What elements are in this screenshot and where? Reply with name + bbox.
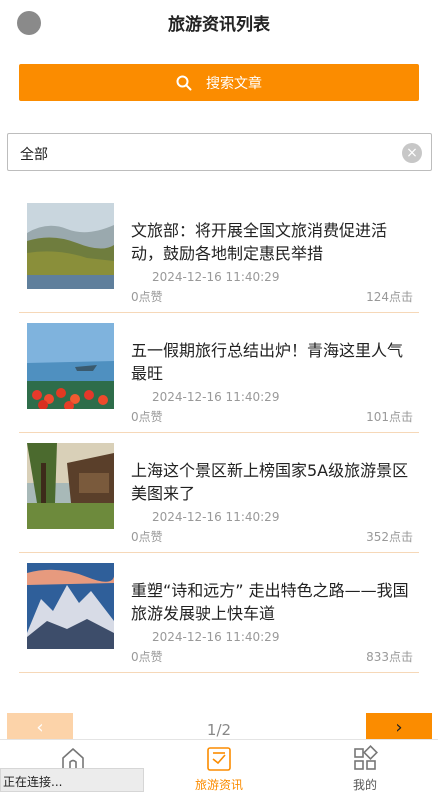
article-clicks: 124点击 bbox=[366, 290, 413, 304]
article-title[interactable]: 上海这个景区新上榜国家5A级旅游景区 美图来了 bbox=[131, 459, 413, 505]
tab-mine-label: 我的 bbox=[352, 778, 377, 792]
tab-news-label: 旅游资讯 bbox=[194, 778, 243, 792]
page-title: 旅游资讯列表 bbox=[168, 15, 270, 35]
search-button-label: 搜索文章 bbox=[206, 75, 262, 92]
filter-value: 全部 bbox=[20, 147, 48, 163]
search-icon bbox=[176, 75, 192, 90]
clear-icon[interactable]: × bbox=[402, 143, 422, 163]
article-thumbnail bbox=[27, 323, 114, 409]
article-title[interactable]: 五一假期旅行总结出炉！青海这里人气最旺 bbox=[131, 339, 413, 385]
article-item[interactable]: 重塑“诗和远方” 走出特色之路——我国旅游发展驶上快车道 2024-12-16 … bbox=[19, 553, 419, 673]
article-date: 2024-12-16 11:40:29 bbox=[152, 390, 280, 404]
article-likes: 0点赞 bbox=[131, 410, 163, 424]
article-item[interactable]: 五一假期旅行总结出炉！青海这里人气最旺 2024-12-16 11:40:29 … bbox=[19, 313, 419, 433]
article-title[interactable]: 文旅部：将开展全国文旅消费促进活动，鼓励各地制定惠民举措 bbox=[131, 219, 413, 265]
article-title[interactable]: 重塑“诗和远方” 走出特色之路——我国旅游发展驶上快车道 bbox=[131, 579, 413, 625]
tab-mine[interactable]: 我的 bbox=[292, 740, 438, 792]
news-icon bbox=[207, 747, 231, 771]
article-likes: 0点赞 bbox=[131, 530, 163, 544]
tab-news[interactable]: 旅游资讯 bbox=[146, 740, 292, 792]
article-date: 2024-12-16 11:40:29 bbox=[152, 510, 280, 524]
article-likes: 0点赞 bbox=[131, 650, 163, 664]
article-clicks: 352点击 bbox=[366, 530, 413, 544]
article-date: 2024-12-16 11:40:29 bbox=[152, 270, 280, 284]
article-likes: 0点赞 bbox=[131, 290, 163, 304]
article-clicks: 101点击 bbox=[366, 410, 413, 424]
category-filter[interactable]: 全部 × bbox=[7, 133, 432, 171]
article-clicks: 833点击 bbox=[366, 650, 413, 664]
article-item[interactable]: 上海这个景区新上榜国家5A级旅游景区 美图来了 2024-12-16 11:40… bbox=[19, 433, 419, 553]
article-thumbnail bbox=[27, 563, 114, 649]
article-date: 2024-12-16 11:40:29 bbox=[152, 630, 280, 644]
grid-icon bbox=[354, 745, 378, 770]
article-thumbnail bbox=[27, 443, 114, 529]
article-list: 文旅部：将开展全国文旅消费促进活动，鼓励各地制定惠民举措 2024-12-16 … bbox=[19, 193, 419, 673]
connection-status: 正在连接... bbox=[0, 768, 144, 792]
article-item[interactable]: 文旅部：将开展全国文旅消费促进活动，鼓励各地制定惠民举措 2024-12-16 … bbox=[19, 193, 419, 313]
article-thumbnail bbox=[27, 203, 114, 289]
header: 旅游资讯列表 bbox=[0, 0, 438, 44]
search-button[interactable]: 搜索文章 bbox=[19, 64, 419, 101]
